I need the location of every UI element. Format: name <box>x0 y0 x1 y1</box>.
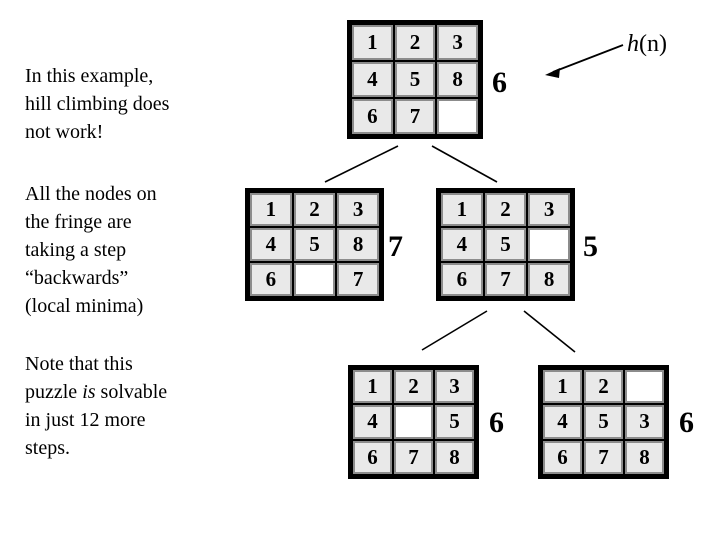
tile[interactable]: 8 <box>437 62 478 97</box>
note-text-solvable-emphasis: is <box>82 381 96 403</box>
heuristic-value-left-child: 7 <box>388 230 403 263</box>
heuristic-value-bottom-left: 6 <box>489 406 504 439</box>
h-symbol: h <box>627 31 639 57</box>
tile[interactable]: 8 <box>625 440 664 474</box>
tile[interactable]: 3 <box>528 193 570 226</box>
edge-root-to-left <box>324 145 399 183</box>
tile[interactable]: 4 <box>441 228 483 261</box>
tile[interactable]: 6 <box>250 263 292 296</box>
tile[interactable]: 6 <box>543 440 582 474</box>
tile[interactable]: 5 <box>394 62 436 97</box>
heuristic-value-right-child: 5 <box>583 230 598 263</box>
edge-root-to-right <box>431 145 498 183</box>
tile[interactable]: 3 <box>337 193 379 226</box>
tile[interactable]: 4 <box>352 62 393 97</box>
tile[interactable]: 3 <box>435 370 474 404</box>
tile[interactable]: 3 <box>437 25 478 60</box>
tile[interactable]: 5 <box>584 405 623 439</box>
tile-blank[interactable] <box>394 405 433 439</box>
note-text-hill-climbing: In this example, hill climbing does not … <box>25 65 170 143</box>
puzzle-board-right-child[interactable]: 1 2 3 4 5 6 7 8 <box>436 188 575 301</box>
tile[interactable]: 7 <box>484 263 527 296</box>
tile[interactable]: 5 <box>484 228 527 261</box>
tile[interactable]: 7 <box>337 263 379 296</box>
note-text-solvable: Note that this puzzle is solvable in jus… <box>25 350 230 462</box>
tile[interactable]: 7 <box>394 99 436 134</box>
tile[interactable]: 8 <box>528 263 570 296</box>
tile[interactable]: 4 <box>543 405 582 439</box>
tile[interactable]: 2 <box>394 25 436 60</box>
h-argument: (n) <box>639 31 667 57</box>
tile[interactable]: 4 <box>250 228 292 261</box>
tile[interactable]: 2 <box>484 193 527 226</box>
tile[interactable]: 8 <box>337 228 379 261</box>
tile[interactable]: 5 <box>293 228 336 261</box>
heuristic-value-bottom-right: 6 <box>679 406 694 439</box>
tile[interactable]: 3 <box>625 405 664 439</box>
tile[interactable]: 6 <box>353 440 392 474</box>
tile[interactable]: 1 <box>353 370 392 404</box>
tile[interactable]: 1 <box>250 193 292 226</box>
tile[interactable]: 1 <box>441 193 483 226</box>
tile-blank[interactable] <box>625 370 664 404</box>
tile[interactable]: 7 <box>584 440 623 474</box>
h-annotation-arrow <box>545 44 624 78</box>
tile[interactable]: 1 <box>543 370 582 404</box>
puzzle-board-root[interactable]: 1 2 3 4 5 8 6 7 <box>347 20 483 139</box>
h-of-n-label: h(n) <box>627 32 667 56</box>
puzzle-board-bottom-right[interactable]: 1 2 4 5 3 6 7 8 <box>538 365 669 479</box>
edge-right-to-bottomleft <box>421 310 488 351</box>
tile[interactable]: 8 <box>435 440 474 474</box>
edge-right-to-bottomright <box>523 310 576 353</box>
tile[interactable]: 7 <box>394 440 433 474</box>
puzzle-board-left-child[interactable]: 1 2 3 4 5 8 6 7 <box>245 188 384 301</box>
tile[interactable]: 2 <box>293 193 336 226</box>
puzzle-board-bottom-left[interactable]: 1 2 3 4 5 6 7 8 <box>348 365 479 479</box>
tile[interactable]: 2 <box>394 370 433 404</box>
note-text-fringe-nodes: All the nodes on the fringe are taking a… <box>25 183 157 317</box>
heuristic-value-root: 6 <box>492 66 507 99</box>
tile-blank[interactable] <box>528 228 570 261</box>
tile-blank[interactable] <box>293 263 336 296</box>
tile[interactable]: 6 <box>352 99 393 134</box>
tile[interactable]: 6 <box>441 263 483 296</box>
tile[interactable]: 1 <box>352 25 393 60</box>
tile-blank[interactable] <box>437 99 478 134</box>
tile[interactable]: 4 <box>353 405 392 439</box>
tile[interactable]: 2 <box>584 370 623 404</box>
tile[interactable]: 5 <box>435 405 474 439</box>
